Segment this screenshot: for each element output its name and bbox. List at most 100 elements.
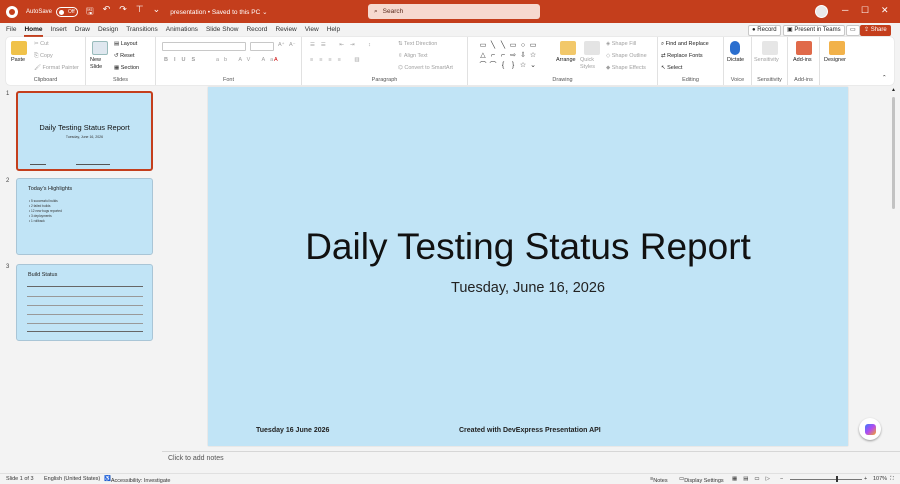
- notes-divider[interactable]: [162, 451, 900, 452]
- tab-insert[interactable]: Insert: [51, 23, 67, 37]
- slide-title[interactable]: Daily Testing Status Report: [208, 226, 848, 268]
- font-family-select[interactable]: [162, 42, 246, 51]
- zoom-out-icon[interactable]: −: [780, 476, 783, 482]
- zoom-level[interactable]: 107%: [873, 476, 887, 482]
- cut-button[interactable]: ✂ Cut: [34, 41, 49, 47]
- tab-view[interactable]: View: [305, 23, 319, 37]
- shape-fill-button[interactable]: ◈ Shape Fill: [606, 41, 636, 47]
- sensitivity-button[interactable]: Sensitivity: [754, 57, 779, 63]
- alignment-buttons[interactable]: ≡≡≡≡ ▥: [310, 57, 366, 63]
- tab-home[interactable]: Home: [24, 23, 43, 37]
- collapse-ribbon-icon[interactable]: ⌃: [882, 75, 887, 81]
- accessibility-status[interactable]: ♿ Accessibility: Investigate: [104, 476, 170, 484]
- font-size-down-icon[interactable]: A⁻: [289, 42, 296, 48]
- slide-thumbnail-1[interactable]: Daily Testing Status Report Tuesday, Jun…: [16, 91, 153, 171]
- paste-icon[interactable]: [11, 41, 27, 55]
- reset-button[interactable]: ↺ Reset: [114, 53, 135, 59]
- slide-footer-date[interactable]: Tuesday 16 June 2026: [256, 427, 329, 434]
- shapes-gallery[interactable]: ▭ ╲ ╲ ▭ ○ ▭ △ ⌐ ⌐ ⇨ ⇩ ☆ ⌒ ⌒{} ☆ ⌄: [478, 41, 542, 71]
- font-size-up-icon[interactable]: A⁺: [278, 42, 285, 48]
- font-format-buttons[interactable]: BIUS: [164, 57, 201, 63]
- slide-thumbnail-2[interactable]: Today's Highlights • 5 successful builds…: [16, 178, 153, 255]
- find-replace-button[interactable]: ⌕ Find and Replace: [661, 41, 709, 48]
- tab-file[interactable]: File: [6, 23, 16, 37]
- share-button[interactable]: ⇪ Share: [860, 25, 891, 36]
- shape-outline-button[interactable]: ◇ Shape Outline: [606, 53, 647, 59]
- customize-qat-icon[interactable]: ⌄: [153, 4, 161, 20]
- designer-icon[interactable]: [829, 41, 845, 55]
- scroll-up-icon[interactable]: ▲: [891, 87, 896, 93]
- fit-slide-icon[interactable]: ⛶: [890, 476, 894, 483]
- quick-styles-button[interactable]: Quick Styles: [580, 57, 602, 71]
- font-extra-buttons[interactable]: ab AV Aa: [216, 57, 278, 63]
- slide-canvas[interactable]: Daily Testing Status Report Tuesday, Jun…: [208, 87, 848, 446]
- record-button[interactable]: ● Record: [748, 25, 781, 36]
- zoom-in-icon[interactable]: +: [864, 476, 867, 482]
- tab-record[interactable]: Record: [246, 23, 267, 37]
- undo-icon[interactable]: ↶: [103, 4, 111, 20]
- dictate-button[interactable]: Dictate: [727, 57, 744, 63]
- share-label: Share: [870, 27, 887, 33]
- redo-icon[interactable]: ↷: [119, 4, 127, 20]
- text-direction-button[interactable]: ⇅ Text Direction: [398, 41, 437, 47]
- font-color-icon[interactable]: A: [274, 57, 278, 63]
- tab-review[interactable]: Review: [275, 23, 296, 37]
- align-text-label: Align Text: [403, 53, 428, 59]
- display-settings-label: Display Settings: [684, 478, 724, 484]
- pin-icon[interactable]: ⊤: [136, 4, 144, 20]
- new-slide-button[interactable]: New Slide: [90, 57, 114, 71]
- quick-styles-icon[interactable]: [584, 41, 600, 55]
- language-status[interactable]: English (United States): [44, 476, 100, 482]
- save-icon[interactable]: 🖫: [86, 4, 94, 20]
- align-text-button[interactable]: ⇳ Align Text: [398, 53, 428, 59]
- list-buttons[interactable]: ☰☰ ⇤⇥ ↕: [310, 42, 377, 48]
- section-button[interactable]: ▦ Section: [114, 65, 139, 71]
- autosave-toggle[interactable]: Off: [56, 6, 79, 17]
- tab-slide-show[interactable]: Slide Show: [206, 23, 239, 37]
- slide-subtitle[interactable]: Tuesday, June 16, 2026: [208, 280, 848, 296]
- slide-count: Slide 1 of 3: [6, 476, 34, 482]
- shape-effects-button[interactable]: ◆ Shape Effects: [606, 65, 646, 71]
- tab-animations[interactable]: Animations: [166, 23, 198, 37]
- maximize-icon[interactable]: ☐: [861, 5, 869, 16]
- avatar[interactable]: [815, 5, 828, 18]
- notes-placeholder[interactable]: Click to add notes: [168, 455, 224, 462]
- display-settings-button[interactable]: ▭ Display Settings: [679, 476, 724, 484]
- select-button[interactable]: ↖ Select: [661, 65, 682, 71]
- document-title[interactable]: presentation • Saved to this PC ⌄: [170, 8, 267, 16]
- replace-fonts-button[interactable]: ⇄ Replace Fonts: [661, 53, 703, 59]
- addins-button[interactable]: Add-ins: [793, 57, 812, 63]
- copilot-button[interactable]: [859, 418, 881, 440]
- addins-icon[interactable]: [796, 41, 812, 55]
- zoom-slider-thumb[interactable]: [836, 476, 838, 482]
- convert-smartart-button[interactable]: ⌬ Convert to SmartArt: [398, 65, 453, 71]
- layout-button[interactable]: ▤ Layout: [114, 41, 137, 47]
- tab-design[interactable]: Design: [98, 23, 118, 37]
- notes-button[interactable]: ≡ Notes: [650, 476, 668, 484]
- view-buttons[interactable]: ▦▤▭▷: [732, 476, 776, 482]
- copy-button[interactable]: ⎘ Copy: [34, 53, 53, 60]
- slide-footer-credit[interactable]: Created with DevExpress Presentation API: [459, 427, 601, 434]
- comments-button[interactable]: ▭: [846, 25, 860, 36]
- slide-thumbnail-3[interactable]: Build Status: [16, 264, 153, 341]
- close-icon[interactable]: ✕: [881, 5, 889, 16]
- arrange-button[interactable]: Arrange: [556, 57, 576, 63]
- present-in-teams-button[interactable]: ▣ Present in Teams: [783, 25, 845, 36]
- format-painter-button[interactable]: 🖌 Format Painter: [34, 65, 79, 71]
- tab-help[interactable]: Help: [327, 23, 340, 37]
- minimize-icon[interactable]: ─: [842, 5, 848, 15]
- scrollbar-thumb[interactable]: [892, 97, 895, 209]
- new-slide-icon[interactable]: [92, 41, 108, 55]
- vertical-scrollbar[interactable]: ▲: [890, 87, 898, 473]
- reset-label: Reset: [120, 53, 135, 59]
- tab-transitions[interactable]: Transitions: [126, 23, 158, 37]
- search-box[interactable]: ⌕ Search: [368, 4, 540, 19]
- paste-button[interactable]: Paste: [11, 57, 25, 63]
- microphone-icon[interactable]: [730, 41, 740, 55]
- zoom-slider[interactable]: [790, 479, 862, 480]
- designer-button[interactable]: Designer: [824, 57, 846, 63]
- arrange-icon[interactable]: [560, 41, 576, 55]
- tab-draw[interactable]: Draw: [75, 23, 90, 37]
- font-size-select[interactable]: [250, 42, 274, 51]
- sensitivity-icon[interactable]: [762, 41, 778, 55]
